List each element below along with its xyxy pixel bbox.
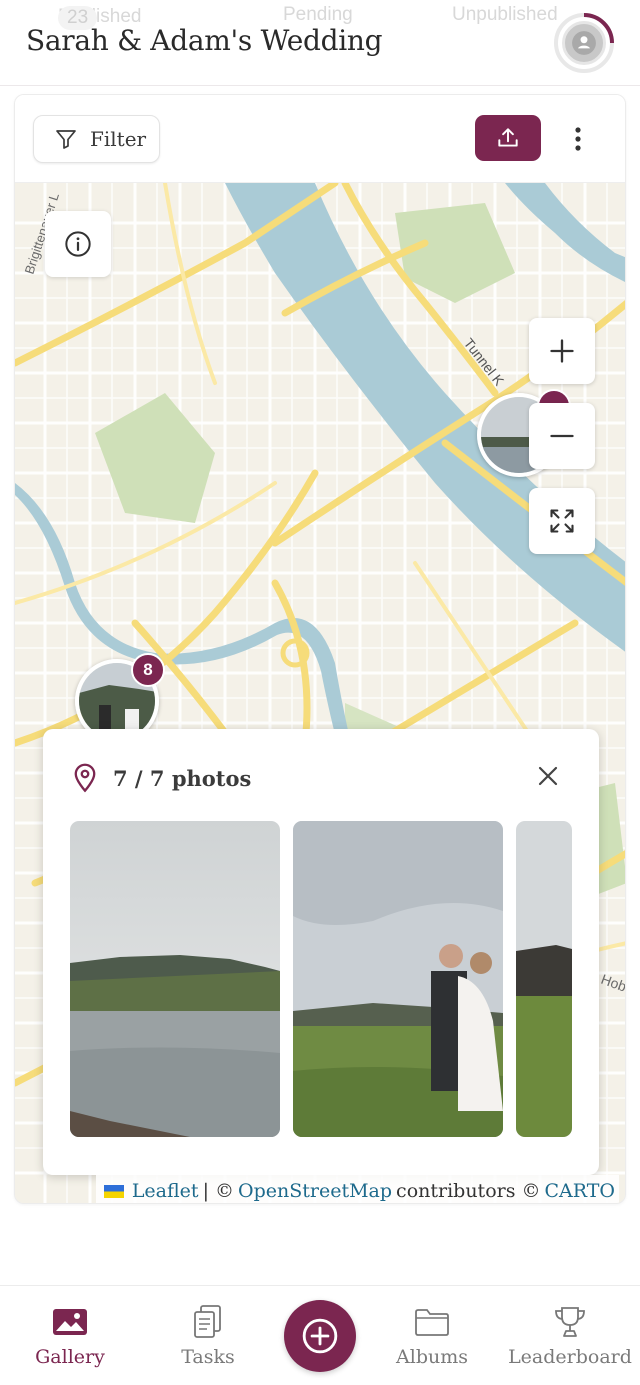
app-header: Published 23 Pending Unpublished Sarah &… <box>0 0 640 86</box>
avatar <box>562 21 606 65</box>
upload-icon <box>498 128 518 147</box>
popup-title: 7 / 7 photos <box>113 765 252 791</box>
page-title: Sarah & Adam's Wedding <box>26 24 383 57</box>
tab-pending[interactable]: Pending <box>283 4 353 26</box>
add-icon <box>302 1318 338 1354</box>
cluster-count-badge: 8 <box>131 653 165 687</box>
map-info-button[interactable] <box>45 211 111 277</box>
photo-thumbnail[interactable] <box>70 821 280 1137</box>
more-options-button[interactable] <box>563 119 593 159</box>
cabin-field-photo <box>516 821 572 1137</box>
popup-close-button[interactable] <box>533 761 563 791</box>
trophy-icon <box>555 1307 585 1337</box>
tab-unpublished[interactable]: Unpublished <box>452 4 558 26</box>
fullscreen-button[interactable] <box>529 488 595 554</box>
ukraine-flag-icon <box>103 1184 124 1198</box>
couple-portrait-photo <box>293 821 503 1137</box>
tasks-icon <box>194 1305 221 1338</box>
nav-tasks-label: Tasks <box>181 1346 235 1368</box>
popup-header: 7 / 7 photos <box>71 763 251 793</box>
nav-albums-label: Albums <box>396 1346 468 1368</box>
user-icon <box>572 31 596 55</box>
upload-button[interactable] <box>475 115 541 161</box>
albums-icon <box>415 1309 449 1336</box>
osm-link[interactable]: OpenStreetMap <box>238 1180 392 1202</box>
nav-gallery[interactable]: Gallery <box>22 1286 118 1385</box>
fullscreen-icon <box>550 509 574 533</box>
photo-thumbnail[interactable] <box>516 821 572 1137</box>
nav-leaderboard-label: Leaderboard <box>508 1346 632 1368</box>
nav-albums[interactable]: Albums <box>390 1286 474 1385</box>
nav-tasks[interactable]: Tasks <box>162 1286 254 1385</box>
more-vertical-icon <box>575 127 581 151</box>
zoom-out-button[interactable] <box>529 403 595 469</box>
user-avatar-button[interactable] <box>553 12 615 74</box>
map-attribution: Leaflet | © OpenStreetMap contributors ©… <box>95 1175 619 1203</box>
lake-landscape-photo <box>70 821 280 1137</box>
leaflet-link[interactable]: Leaflet <box>132 1180 199 1202</box>
attribution-separator: | © <box>202 1180 235 1202</box>
close-icon <box>538 766 558 786</box>
photo-thumbnail[interactable] <box>293 821 503 1137</box>
gallery-toolbar: Filter <box>15 95 625 183</box>
photos-popup: 7 / 7 photos <box>43 729 599 1175</box>
nav-leaderboard[interactable]: Leaderboard <box>506 1286 634 1385</box>
minus-icon <box>550 434 574 438</box>
carto-link[interactable]: CARTO <box>545 1180 615 1202</box>
zoom-in-button[interactable] <box>529 318 595 384</box>
add-photo-button[interactable] <box>284 1300 356 1372</box>
photo-map[interactable]: Brigittenauer L Tunnel K Hoba W <box>15 183 625 1203</box>
bottom-navigation: Gallery Tasks Albums Leaderboard <box>0 1285 640 1385</box>
info-icon <box>65 231 91 257</box>
filter-label: Filter <box>90 127 147 151</box>
filter-icon <box>56 130 76 149</box>
nav-gallery-label: Gallery <box>35 1346 105 1368</box>
plus-icon <box>550 339 574 363</box>
map-pin-icon <box>74 763 96 793</box>
gallery-card: Filter Brigittenauer L Tunnel K Hoba 8 7… <box>14 94 626 1204</box>
attribution-contributors: contributors © <box>396 1180 541 1202</box>
gallery-icon <box>53 1309 87 1335</box>
filter-button[interactable]: Filter <box>33 115 160 163</box>
photo-carousel[interactable] <box>70 821 572 1137</box>
